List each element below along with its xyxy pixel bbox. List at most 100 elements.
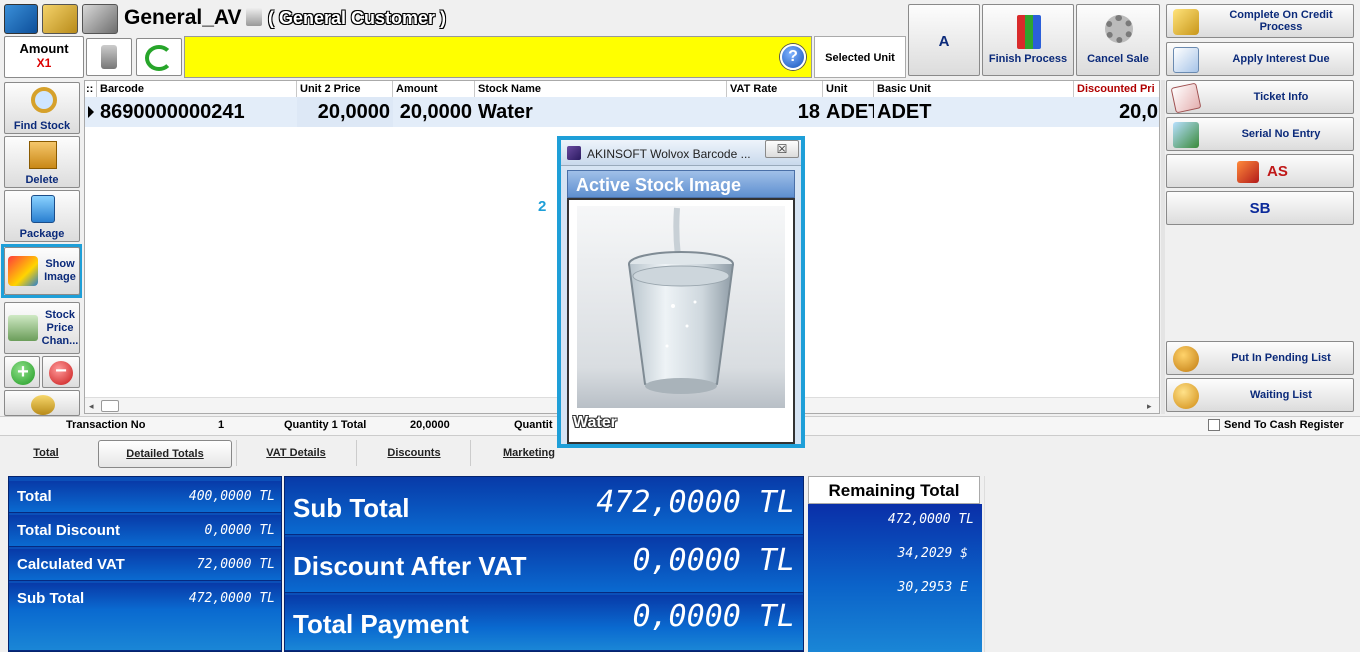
cell-unit: ADET	[826, 101, 874, 123]
row-indicator-icon	[88, 106, 94, 118]
minus-icon: −	[49, 361, 73, 385]
complete-credit-button[interactable]: Complete On Credit Process	[1166, 4, 1354, 38]
serial-no-entry-label: Serial No Entry	[1241, 128, 1321, 140]
boxes-delete-icon	[29, 141, 57, 169]
books-icon	[1017, 15, 1041, 49]
qty-total-label: Quantity 1 Total	[284, 419, 367, 431]
sub-total-big-row: Sub Total 472,0000 TL	[285, 477, 803, 535]
calculated-vat-value: 72,0000 TL	[196, 557, 275, 572]
total-payment-label: Total Payment	[293, 609, 469, 639]
cell-basic-unit: ADET	[877, 101, 932, 123]
serial-no-entry-button[interactable]: Serial No Entry	[1166, 117, 1354, 151]
col-barcode[interactable]: Barcode	[97, 81, 297, 97]
ticket-info-button[interactable]: Ticket Info	[1166, 80, 1354, 114]
popup-window-title: AKINSOFT Wolvox Barcode ...	[587, 147, 751, 161]
total-discount-row: Total Discount 0,0000 TL	[9, 515, 281, 547]
tab-vat-details[interactable]: VAT Details	[240, 440, 352, 468]
total-payment-row: Total Payment 0,0000 TL	[285, 595, 803, 651]
right-panel-bottom-area	[984, 476, 1360, 652]
col-unit[interactable]: Unit	[823, 81, 874, 97]
sb-label: SB	[1249, 200, 1271, 217]
apply-interest-button[interactable]: Apply Interest Due	[1166, 42, 1354, 76]
barcode-scanner-button[interactable]	[86, 38, 132, 76]
barcode-input-bar[interactable]	[184, 36, 812, 78]
col-discounted-price[interactable]: Discounted Pri	[1074, 81, 1159, 97]
serial-icon	[1173, 122, 1199, 148]
cancel-sale-label: Cancel Sale	[1087, 53, 1149, 65]
amount-box: Amount X1	[4, 36, 84, 78]
magnifier-icon	[31, 87, 57, 113]
col-unit2-price[interactable]: Unit 2 Price	[297, 81, 393, 97]
transaction-value: 1	[218, 419, 225, 431]
package-icon	[31, 195, 55, 223]
col-basic-unit[interactable]: Basic Unit	[874, 81, 1074, 97]
sub-total-big-value: 472,0000 TL	[596, 485, 795, 520]
tab-divider	[236, 440, 237, 466]
amount-label: Amount	[19, 41, 69, 56]
coins-icon	[31, 395, 55, 415]
panel-splitter[interactable]	[1161, 80, 1165, 414]
send-to-register-checkbox[interactable]	[1208, 419, 1220, 431]
delete-label: Delete	[25, 174, 59, 186]
delete-button[interactable]: Delete	[4, 136, 80, 188]
credit-icon	[1173, 9, 1199, 35]
top-icon-1[interactable]	[4, 4, 38, 34]
scroll-right-icon[interactable]: ▸	[1147, 401, 1152, 412]
put-in-pending-button[interactable]: Put In Pending List	[1166, 341, 1354, 375]
package-label: Package	[19, 228, 65, 240]
discount-after-vat-row: Discount After VAT 0,0000 TL	[285, 537, 803, 593]
waiting-list-label: Waiting List	[1250, 389, 1312, 401]
unit-value: A	[938, 33, 950, 50]
tab-total[interactable]: Total	[10, 440, 82, 468]
remaining-usd: 34,2029 $	[897, 546, 968, 561]
ticket-icon	[1170, 82, 1202, 114]
cell-discounted: 20,0	[1119, 101, 1158, 123]
help-icon[interactable]: ?	[780, 44, 806, 70]
stock-price-change-button[interactable]: Stock Price Chan...	[4, 302, 80, 354]
tab-divider	[356, 440, 357, 466]
popup-close-button[interactable]: ☒	[765, 140, 799, 158]
cancel-sale-button[interactable]: Cancel Sale	[1076, 4, 1160, 76]
finish-process-button[interactable]: Finish Process	[982, 4, 1074, 76]
app-icon	[567, 146, 581, 160]
discount-after-vat-label: Discount After VAT	[293, 551, 527, 581]
waiting-user-icon	[1173, 383, 1199, 409]
waiting-list-button[interactable]: Waiting List	[1166, 378, 1354, 412]
col-vat-rate[interactable]: VAT Rate	[727, 81, 823, 97]
ticket-info-label: Ticket Info	[1253, 91, 1309, 103]
apply-interest-label: Apply Interest Due	[1232, 53, 1330, 65]
customer-name: ( General Customer )	[268, 8, 447, 28]
cell-unit2-price: 20,0000	[297, 97, 393, 127]
finish-process-label: Finish Process	[988, 53, 1068, 65]
customer-icon[interactable]	[82, 4, 118, 34]
package-button[interactable]: Package	[4, 190, 80, 242]
top-icon-2[interactable]	[42, 4, 78, 34]
as-label: AS	[1267, 163, 1288, 180]
tab-detailed-totals[interactable]: Detailed Totals	[98, 440, 232, 468]
refresh-button[interactable]	[136, 38, 182, 76]
total-payment-value: 0,0000 TL	[632, 599, 795, 634]
as-icon	[1237, 161, 1259, 183]
sb-button[interactable]: SB	[1166, 191, 1354, 225]
remaining-tl: 472,0000 TL	[887, 512, 974, 527]
as-button[interactable]: AS	[1166, 154, 1354, 188]
col-handle: ::	[85, 81, 97, 97]
col-amount[interactable]: Amount	[393, 81, 475, 97]
cell-vat-rate: 18	[797, 101, 820, 123]
remove-button[interactable]: −	[42, 356, 80, 388]
customer-edit-icon[interactable]	[246, 8, 262, 26]
stock-image-popup: AKINSOFT Wolvox Barcode ... ☒ Active Sto…	[557, 136, 805, 448]
add-button[interactable]: +	[4, 356, 40, 388]
barcode-scanner-icon	[101, 45, 117, 69]
scroll-left-icon[interactable]: ◂	[89, 401, 94, 412]
show-image-button[interactable]: Show Image	[4, 247, 80, 295]
col-stock-name[interactable]: Stock Name	[475, 81, 727, 97]
scroll-thumb[interactable]	[101, 400, 119, 412]
tab-discounts[interactable]: Discounts	[360, 440, 468, 468]
find-stock-button[interactable]: Find Stock	[4, 82, 80, 134]
coins-button[interactable]	[4, 390, 80, 416]
total-row: Total 400,0000 TL	[9, 481, 281, 513]
unit-value-button[interactable]: A	[908, 4, 980, 76]
images-star-icon	[8, 256, 38, 286]
qty-total-value: 20,0000	[410, 419, 450, 431]
